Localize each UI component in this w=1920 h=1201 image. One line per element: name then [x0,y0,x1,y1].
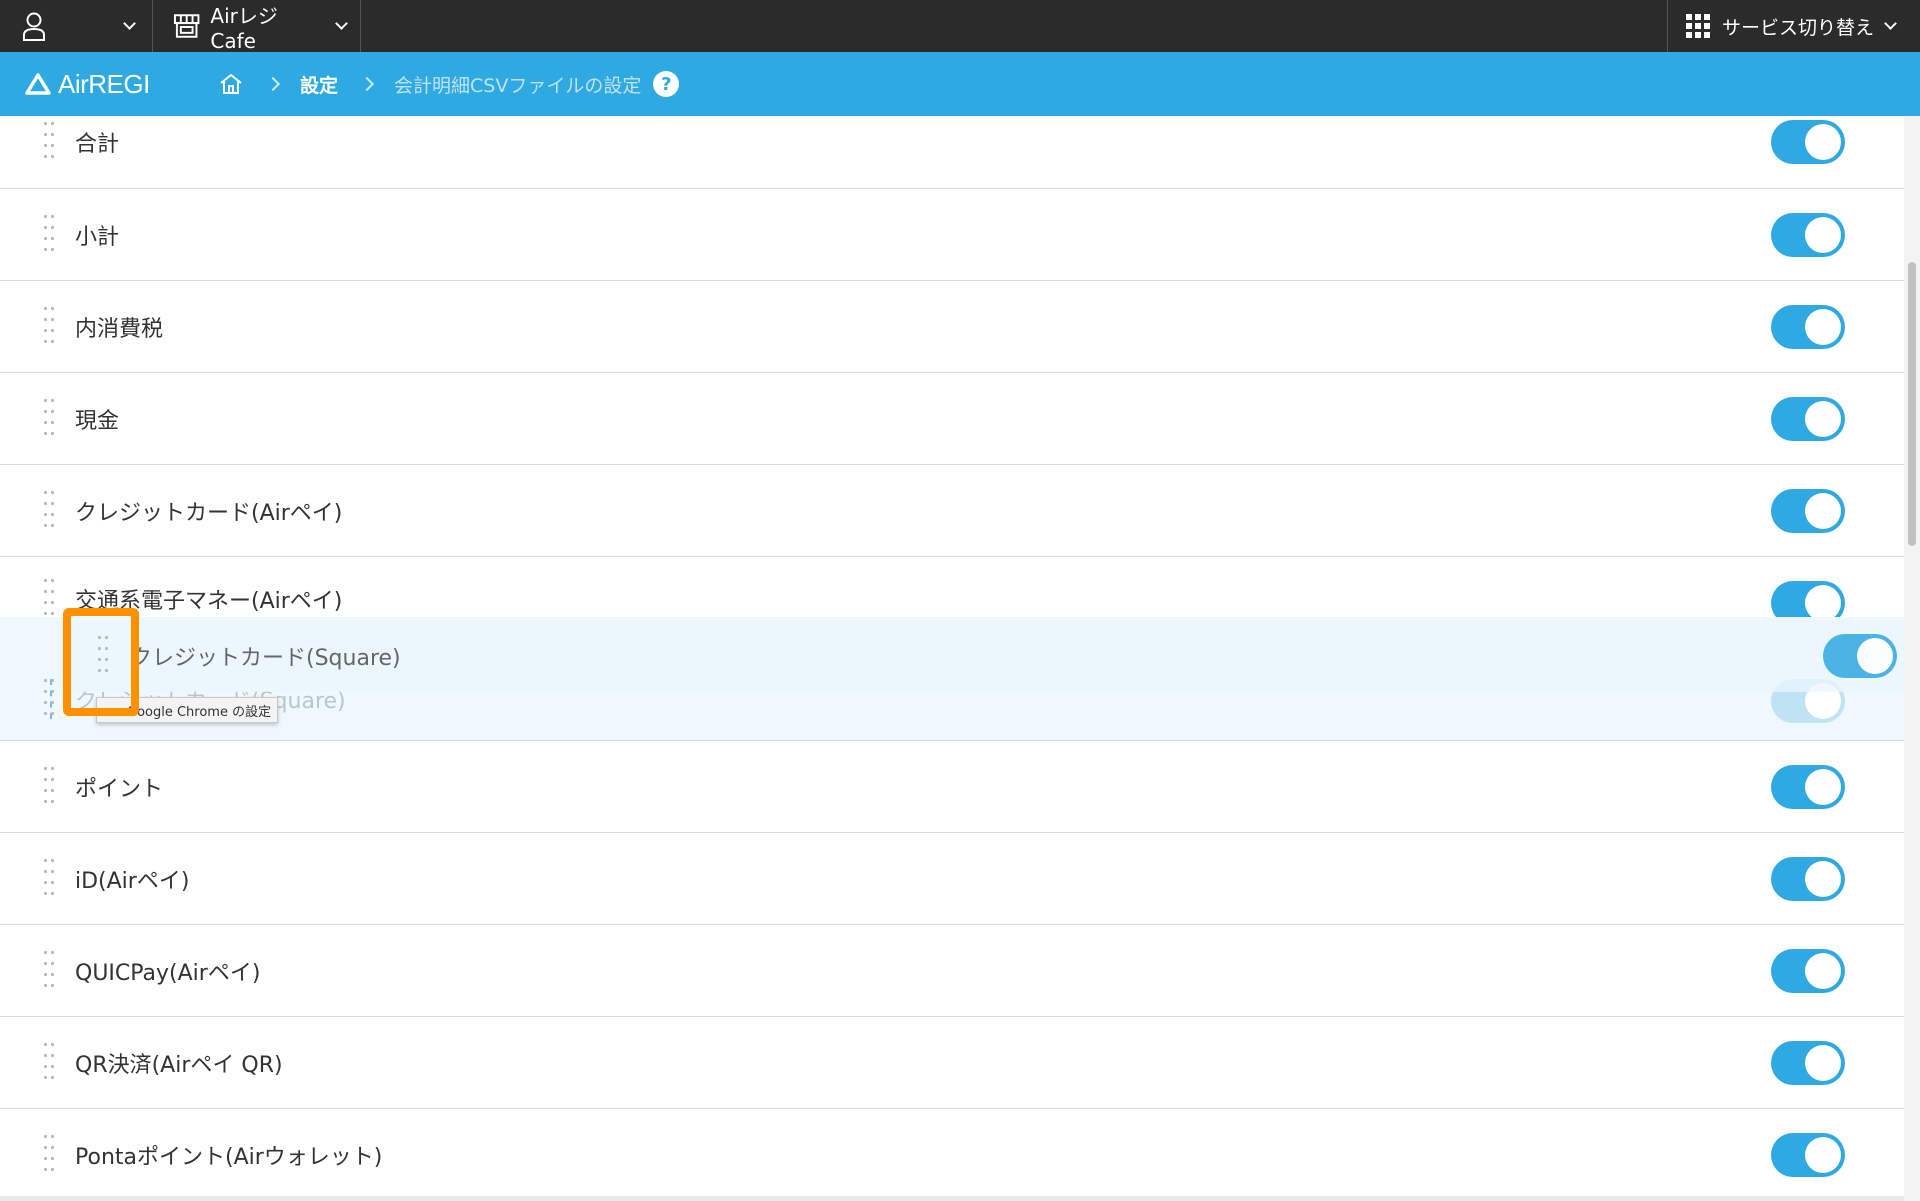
toggle-switch[interactable] [1771,120,1845,164]
toggle-switch[interactable] [1771,1132,1845,1177]
drag-handle-icon[interactable] [44,679,54,719]
list-item: クレジットカード(Airペイ) [0,465,1904,557]
toggle-switch[interactable] [1771,1040,1845,1085]
tooltip-text: Google Chrome の設定 [127,704,272,720]
service-switch-button[interactable]: サービス切り替え [1667,0,1920,52]
service-switch-label: サービス切り替え [1722,16,1875,39]
drag-handle-icon[interactable] [44,858,54,899]
chevron-right-icon [265,76,281,92]
chevron-down-icon [123,17,136,30]
toggle-switch[interactable] [1771,948,1845,993]
scrollbar-thumb[interactable] [1908,262,1916,546]
list-item: iD(Airペイ) [0,833,1904,925]
chevron-down-icon [335,17,348,30]
item-label: 現金 [75,408,120,434]
toggle-switch[interactable] [1771,856,1845,901]
drag-handle-icon[interactable] [44,1042,54,1083]
toggle-switch[interactable] [1771,304,1845,349]
drag-handle-icon[interactable] [44,950,54,991]
toggle-switch[interactable] [1771,396,1845,441]
drag-handle-icon[interactable] [44,490,54,531]
account-menu[interactable] [0,0,153,52]
highlight-box [63,608,139,716]
item-label: 内消費税 [75,316,164,342]
drag-handle-icon[interactable] [44,306,54,347]
chevron-right-icon [359,76,375,92]
item-label: 小計 [75,224,120,250]
list-item: ポイント [0,741,1904,833]
scrollbar[interactable] [1904,116,1920,1201]
help-icon[interactable]: ? [653,71,680,97]
item-label: QUICPay(Airペイ) [75,960,261,986]
list-item: QR決済(Airペイ QR) [0,1017,1904,1109]
airregi-logo[interactable]: AirREGI [24,69,184,100]
breadcrumb-settings[interactable]: 設定 [300,71,338,98]
drag-handle-icon[interactable] [44,122,54,162]
item-label: iD(Airペイ) [75,868,190,894]
dragging-item-ghost[interactable]: クレジットカード(Square) [60,620,1920,692]
store-icon [173,14,200,38]
logo-triangle-icon [25,73,51,95]
top-bar: Airレジ Cafe サービス切り替え [0,0,1920,53]
page-title: 会計明細CSVファイルの設定 [394,74,642,97]
item-label: Pontaポイント(Airウォレット) [75,1144,383,1170]
toggle-switch[interactable] [1823,634,1897,678]
list-item: 現金 [0,373,1904,465]
user-icon [23,12,45,41]
toggle-switch[interactable] [1771,212,1845,257]
list-item: 小計 [0,189,1904,281]
breadcrumb-bar: AirREGI 設定 会計明細CSVファイルの設定 ? [0,52,1920,116]
list-item: 内消費税 [0,281,1904,373]
list-item: 交通系電子マネー(Airペイ) [0,557,1904,625]
item-label: QR決済(Airペイ QR) [75,1052,283,1078]
store-name: Airレジ Cafe [210,3,278,53]
store-switcher[interactable]: Airレジ Cafe [153,0,361,53]
list-item: QUICPay(Airペイ) [0,925,1904,1017]
chevron-down-icon [1884,17,1897,30]
item-label: クレジットカード(Airペイ) [75,500,343,526]
logo-text: AirREGI [58,68,150,99]
toggle-switch[interactable] [1771,488,1845,533]
drag-handle-icon[interactable] [44,579,54,619]
item-label: 合計 [75,132,120,157]
bottom-edge [0,1196,1904,1201]
item-label: クレジットカード(Square) [130,646,401,671]
drag-handle-icon[interactable] [44,398,54,439]
drag-handle-icon[interactable] [44,766,54,807]
drag-handle-icon[interactable] [44,214,54,255]
item-label: ポイント [75,776,164,802]
drag-handle-icon[interactable] [44,1134,54,1175]
apps-grid-icon [1686,14,1710,38]
home-icon[interactable] [218,72,244,96]
list-item: 合計 [0,116,1904,189]
toggle-switch[interactable] [1771,764,1845,809]
list-item: Pontaポイント(Airウォレット) [0,1109,1904,1201]
